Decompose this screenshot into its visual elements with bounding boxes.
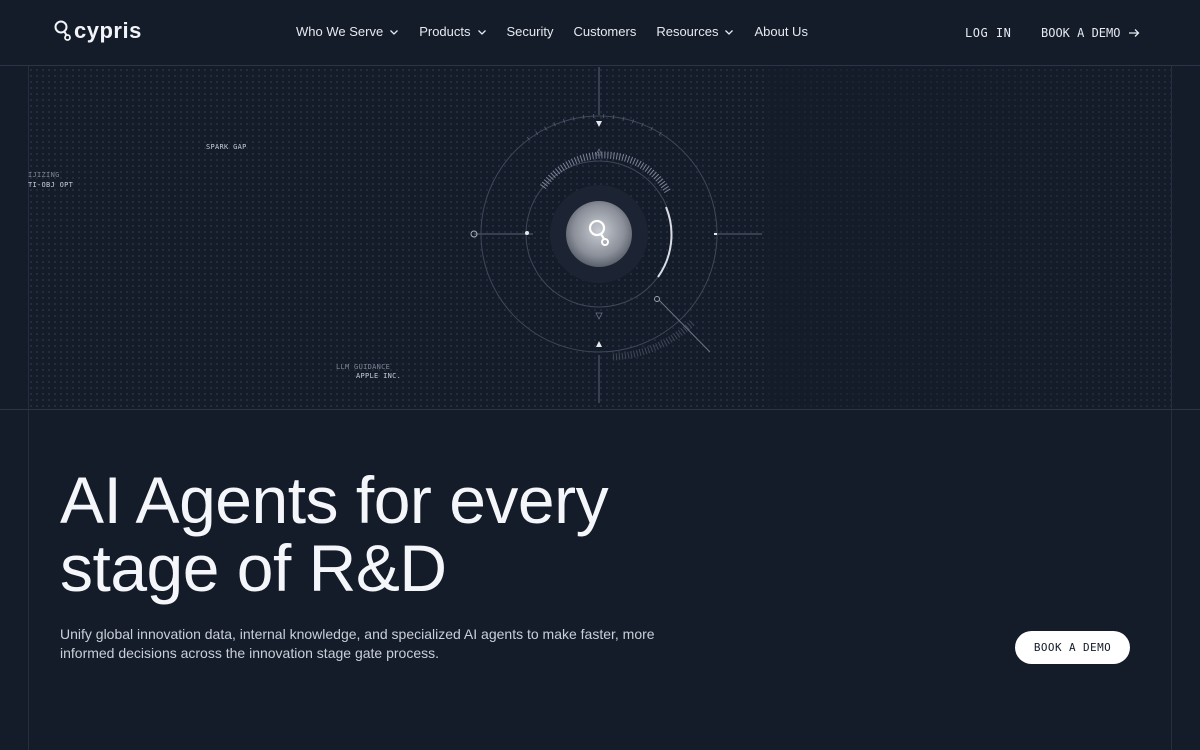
nav-item-products[interactable]: Products [419,24,486,39]
nav-label: Who We Serve [296,24,384,39]
hero-subtitle: Unify global innovation data, internal k… [60,626,655,661]
chevron-down-icon [390,29,399,35]
brand-name: cypris [74,18,142,43]
chevron-down-icon [477,29,486,35]
nav-item-resources[interactable]: Resources [656,24,734,39]
site-header: cypris Who We Serve Products Security Cu… [0,0,1200,66]
nav-label: About Us [754,24,808,39]
chevron-down-icon [725,29,734,35]
nav-label: Security [506,24,554,39]
orbit-diagram [470,67,762,403]
nav-label: Resources [656,24,719,39]
main-nav: Who We Serve Products Security Customers… [296,24,808,39]
hero-visualization: SPARK GAP IJIZING TI-OBJ OPT LLM GUIDANC… [28,67,1171,409]
nav-item-security[interactable]: Security [507,24,554,39]
hero-title-line-1: AI Agents for every [60,463,609,537]
cypris-logo-icon [54,20,71,41]
nav-item-who-we-serve[interactable]: Who We Serve [296,24,399,39]
hero-title: AI Agents for every stage of R&D [60,463,609,605]
nav-item-about-us[interactable]: About Us [754,24,807,39]
arrow-right-icon [1129,29,1140,37]
section-divider [0,409,1200,410]
nav-label: Products [419,24,471,39]
nav-item-customers[interactable]: Customers [573,24,636,39]
nav-label: Customers [573,24,637,39]
hero-title-line-2: stage of R&D [60,531,447,605]
book-demo-label: BOOK A DEMO [1041,26,1121,40]
login-link[interactable]: LOG IN [965,26,1011,40]
frame-divider-right [1171,66,1172,750]
book-demo-link[interactable]: BOOK A DEMO [1041,26,1140,40]
book-demo-button[interactable]: BOOK A DEMO [1015,631,1130,664]
brand-logo[interactable]: cypris [54,18,142,44]
